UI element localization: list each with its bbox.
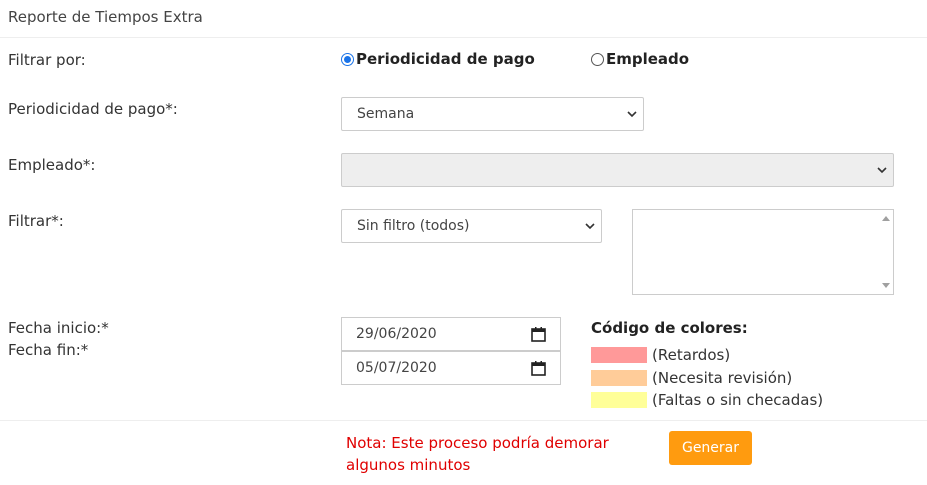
- scroll-down-icon[interactable]: [882, 283, 890, 288]
- filter-label: Filtrar*:: [8, 212, 64, 230]
- filter-by-label: Filtrar por:: [8, 51, 86, 69]
- filter-select[interactable]: Sin filtro (todos): [341, 209, 602, 243]
- calendar-icon[interactable]: [531, 327, 546, 342]
- generate-button[interactable]: Generar: [669, 431, 752, 465]
- pay-period-select[interactable]: Semana: [341, 97, 644, 131]
- filter-value: Sin filtro (todos): [357, 218, 470, 234]
- legend-title: Código de colores:: [591, 319, 748, 337]
- legend-item-review: (Necesita revisión): [591, 369, 792, 387]
- pay-period-value: Semana: [357, 106, 415, 122]
- radio-pay-period[interactable]: Periodicidad de pago: [341, 50, 535, 68]
- legend-item-late: (Retardos): [591, 346, 730, 364]
- radio-pay-period-label: Periodicidad de pago: [356, 50, 535, 68]
- legend-label: (Retardos): [652, 346, 731, 364]
- legend-label: (Faltas o sin checadas): [652, 391, 824, 409]
- legend-swatch: [591, 392, 647, 408]
- chevron-down-icon: [627, 111, 637, 118]
- header: Reporte de Tiempos Extra: [0, 0, 927, 38]
- process-note: Nota: Este proceso podría demorar alguno…: [346, 434, 609, 474]
- radio-employee[interactable]: Empleado: [591, 50, 689, 68]
- end-date-input[interactable]: 05/07/2020: [341, 351, 561, 385]
- radio-unchecked-icon[interactable]: [591, 52, 604, 66]
- scroll-up-icon[interactable]: [882, 216, 890, 221]
- page-title: Reporte de Tiempos Extra: [8, 8, 203, 26]
- legend-label: (Necesita revisión): [652, 369, 793, 387]
- legend-item-absences: (Faltas o sin checadas): [591, 391, 823, 409]
- start-date-value: 29/06/2020: [356, 326, 437, 342]
- chevron-down-icon: [877, 167, 887, 174]
- employee-select[interactable]: [341, 153, 894, 187]
- chevron-down-icon: [585, 223, 595, 230]
- calendar-icon[interactable]: [531, 361, 546, 376]
- legend-swatch: [591, 347, 647, 363]
- start-date-input[interactable]: 29/06/2020: [341, 317, 561, 351]
- legend-swatch: [591, 370, 647, 386]
- start-date-label: Fecha inicio:*: [8, 319, 109, 337]
- pay-period-label: Periodicidad de pago*:: [8, 100, 178, 118]
- end-date-label: Fecha fin:*: [8, 341, 89, 359]
- filter-listbox[interactable]: [632, 209, 894, 295]
- radio-checked-icon[interactable]: [341, 52, 354, 66]
- divider: [0, 420, 927, 421]
- radio-employee-label: Empleado: [606, 50, 690, 68]
- employee-label: Empleado*:: [8, 156, 96, 174]
- end-date-value: 05/07/2020: [356, 360, 437, 376]
